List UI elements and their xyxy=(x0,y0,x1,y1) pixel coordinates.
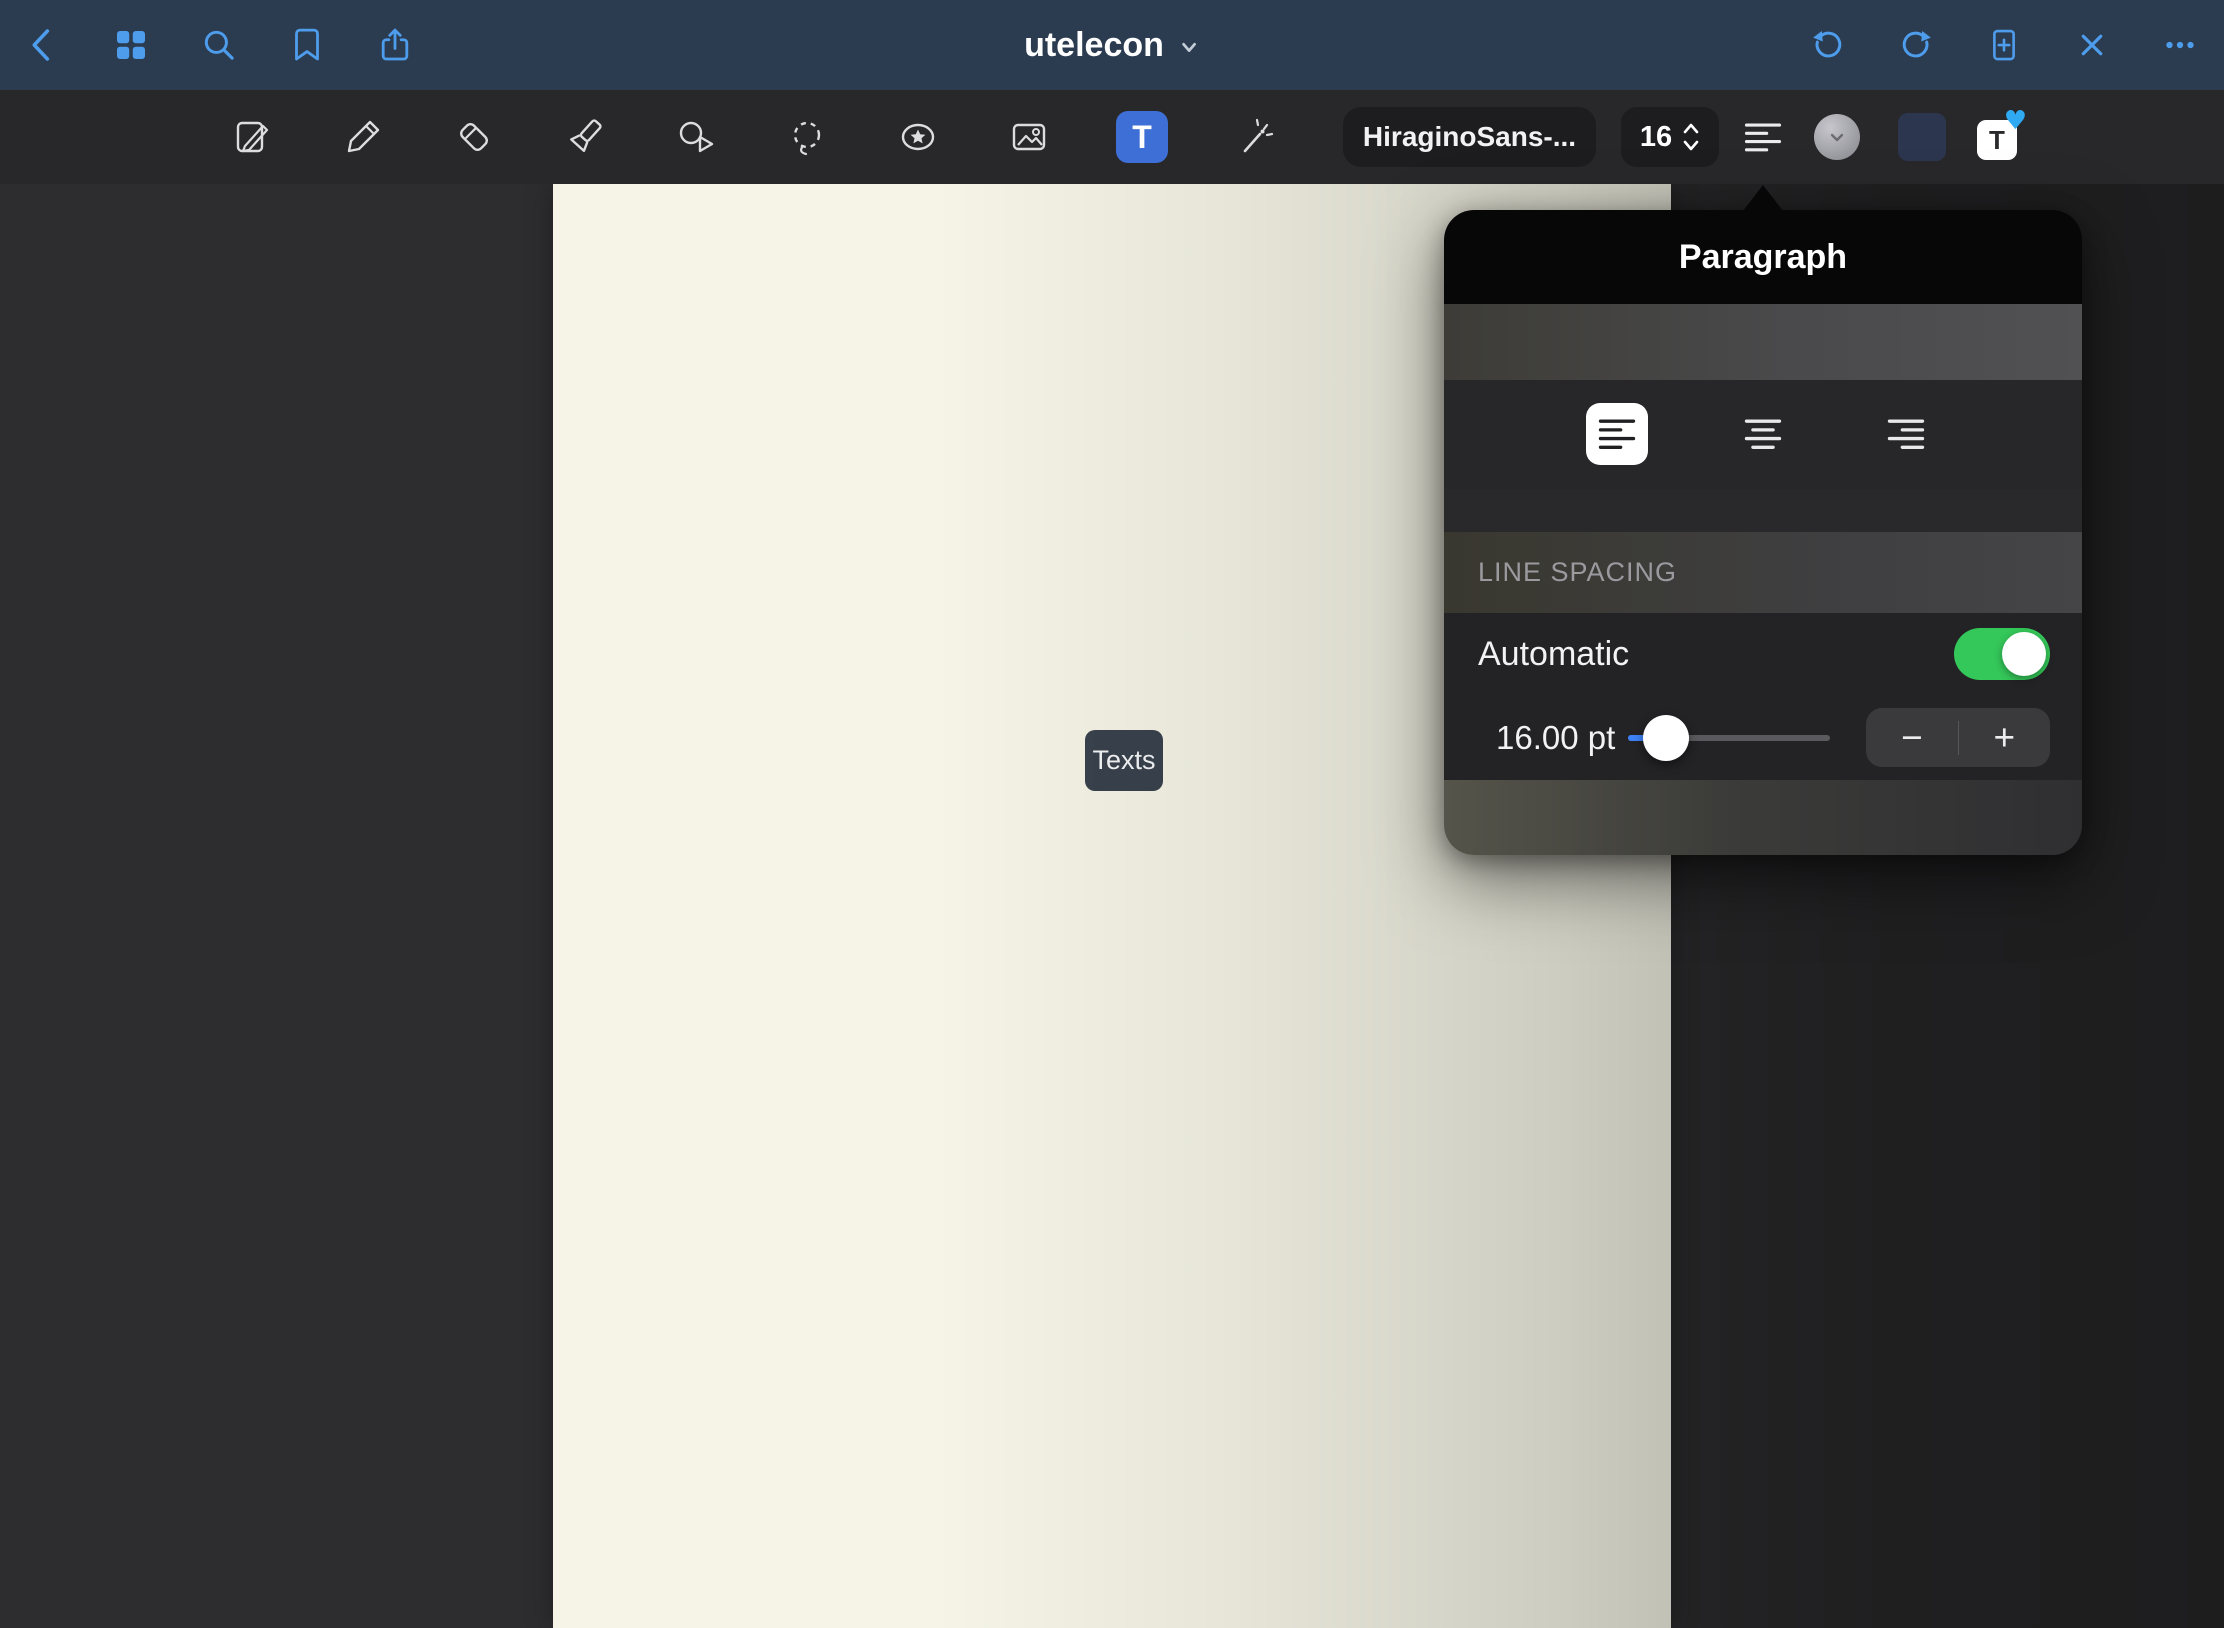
spacing-value-label: 16.00 pt xyxy=(1496,719,1615,757)
bookmark-icon xyxy=(286,24,328,66)
spacing-decrease-button[interactable]: − xyxy=(1866,708,1958,767)
alignment-row xyxy=(1444,380,2082,489)
paragraph-settings-button[interactable] xyxy=(1739,113,1787,161)
heart-icon: ♥ xyxy=(2004,106,2027,136)
automatic-label: Automatic xyxy=(1478,635,1629,674)
close-button[interactable] xyxy=(2071,24,2113,66)
top-nav-bar: utelecon xyxy=(0,0,2224,90)
paragraph-popover: Paragraph xyxy=(1444,210,2082,855)
thumbnails-button[interactable] xyxy=(110,24,152,66)
popover-title-bar: Paragraph xyxy=(1444,210,2082,304)
topbar-left-group xyxy=(22,0,416,90)
document-title[interactable]: utelecon xyxy=(1024,0,1200,90)
pen-tool-button[interactable] xyxy=(339,113,387,161)
tool-bar: T HiraginoSans-... 16 xyxy=(0,90,2224,184)
popover-title: Paragraph xyxy=(1679,238,1847,277)
line-spacing-label: LINE SPACING xyxy=(1478,557,1677,588)
lasso-tool-button[interactable] xyxy=(783,113,831,161)
zoom-tool-button[interactable] xyxy=(228,113,276,161)
spacing-value-row: 16.00 pt − + xyxy=(1444,695,2082,780)
bookmark-button[interactable] xyxy=(286,24,328,66)
chevron-up-down-icon xyxy=(1682,120,1700,154)
close-icon xyxy=(2071,24,2113,66)
drawing-tools: T xyxy=(228,90,1279,184)
redo-icon xyxy=(1895,24,1937,66)
pen-icon xyxy=(339,113,387,161)
undo-button[interactable] xyxy=(1807,24,1849,66)
spacing-stepper: − + xyxy=(1866,708,2050,767)
redo-button[interactable] xyxy=(1895,24,1937,66)
text-style-favorite-button[interactable]: T ♥ xyxy=(1977,114,2023,160)
font-family-button[interactable]: HiraginoSans-... xyxy=(1343,107,1596,167)
spacing-slider[interactable] xyxy=(1628,735,1830,741)
undo-icon xyxy=(1807,24,1849,66)
page-title: utelecon xyxy=(1024,26,1164,65)
align-center-button[interactable] xyxy=(1732,403,1794,465)
popover-body: Paragraph xyxy=(1444,210,2082,855)
shapes-tool-button[interactable] xyxy=(672,113,720,161)
topbar-right-group xyxy=(1807,0,2201,90)
eraser-icon xyxy=(450,113,498,161)
align-left-button[interactable] xyxy=(1586,403,1648,465)
add-page-button[interactable] xyxy=(1983,24,2025,66)
paragraph-align-icon xyxy=(1741,115,1785,159)
text-style-glyph: T xyxy=(1989,125,2005,156)
font-size-value: 16 xyxy=(1640,121,1672,154)
add-page-icon xyxy=(1983,24,2025,66)
zoom-tool-icon xyxy=(228,113,276,161)
toggle-knob xyxy=(2002,632,2046,676)
spacing-slider-knob[interactable] xyxy=(1643,715,1689,761)
automatic-row: Automatic xyxy=(1444,613,2082,695)
more-button[interactable] xyxy=(2159,24,2201,66)
app-window: utelecon xyxy=(0,0,2224,1628)
line-spacing-header: LINE SPACING xyxy=(1444,532,2082,613)
font-family-label: HiraginoSans-... xyxy=(1363,121,1576,153)
image-tool-button[interactable] xyxy=(1005,113,1053,161)
lasso-icon xyxy=(783,113,831,161)
highlighter-icon xyxy=(561,113,609,161)
eraser-tool-button[interactable] xyxy=(450,113,498,161)
highlighter-tool-button[interactable] xyxy=(561,113,609,161)
automatic-toggle[interactable] xyxy=(1954,628,2050,680)
title-chevron-icon xyxy=(1178,32,1200,58)
popover-spacer xyxy=(1444,489,2082,532)
texts-context-label: Texts xyxy=(1092,745,1155,776)
image-icon xyxy=(1005,113,1053,161)
align-center-icon xyxy=(1741,412,1785,456)
share-button[interactable] xyxy=(374,24,416,66)
back-button[interactable] xyxy=(22,24,64,66)
shapes-icon xyxy=(672,113,720,161)
spacing-increase-button[interactable]: + xyxy=(1959,708,2051,767)
laser-tool-button[interactable] xyxy=(1231,113,1279,161)
share-icon xyxy=(374,24,416,66)
sticker-icon xyxy=(894,113,942,161)
font-size-stepper[interactable]: 16 xyxy=(1621,107,1719,167)
search-button[interactable] xyxy=(198,24,240,66)
laser-icon xyxy=(1231,113,1279,161)
align-right-button[interactable] xyxy=(1875,403,1937,465)
dimmed-swatch xyxy=(1898,113,1946,161)
texts-context-button[interactable]: Texts xyxy=(1085,730,1163,791)
text-tool-button[interactable]: T xyxy=(1116,111,1168,163)
back-icon xyxy=(22,24,64,66)
search-icon xyxy=(198,24,240,66)
text-tool-icon: T xyxy=(1132,119,1152,156)
popover-arrow xyxy=(1743,185,1783,211)
align-left-icon xyxy=(1595,412,1639,456)
sticker-tool-button[interactable] xyxy=(894,113,942,161)
thumbnails-icon xyxy=(110,24,152,66)
more-icon xyxy=(2159,24,2201,66)
text-color-button[interactable] xyxy=(1814,114,1860,160)
chevron-down-icon xyxy=(1827,127,1847,147)
popover-bottom-band xyxy=(1444,780,2082,855)
popover-band xyxy=(1444,304,2082,380)
align-right-icon xyxy=(1884,412,1928,456)
